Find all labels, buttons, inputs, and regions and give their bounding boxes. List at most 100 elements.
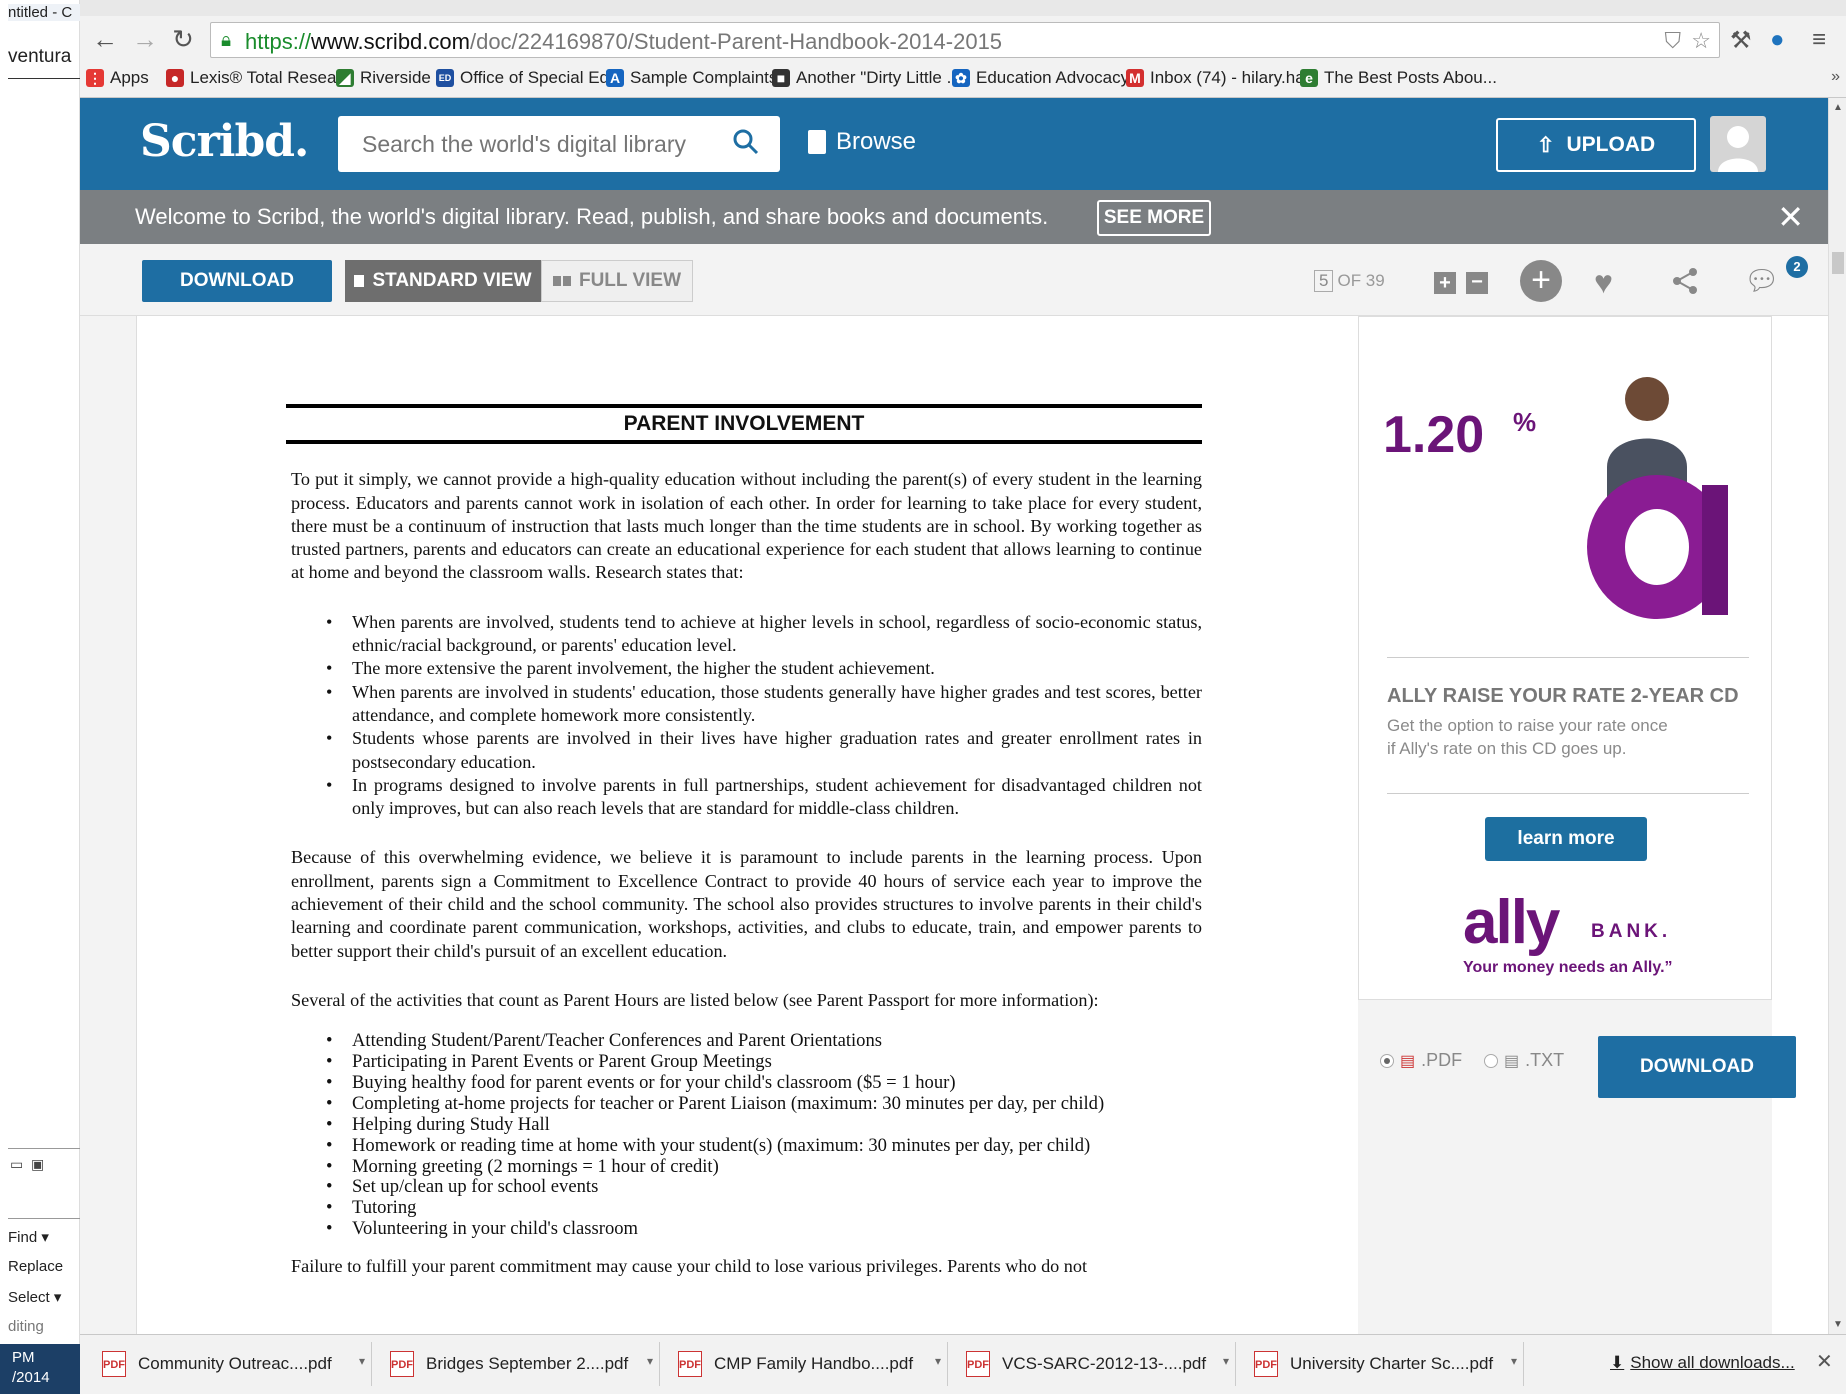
search-box[interactable] xyxy=(338,116,780,172)
find-button[interactable]: Find ▾ xyxy=(8,1228,49,1246)
list-item: Morning greeting (2 mornings = 1 hour of… xyxy=(326,1156,1202,1177)
download-item[interactable]: PDF Bridges September 2....pdf ▾ xyxy=(376,1342,660,1386)
standard-view-label: STANDARD VIEW xyxy=(372,270,532,291)
select-button[interactable]: Select ▾ xyxy=(8,1288,61,1306)
txt-label: .TXT xyxy=(1525,1050,1565,1070)
wrench-icon[interactable]: ⚒ xyxy=(1730,26,1752,55)
download-button[interactable]: DOWNLOAD xyxy=(142,260,332,302)
list-item: The more extensive the parent involvemen… xyxy=(326,657,1202,681)
globe-extension-icon[interactable]: ● xyxy=(1770,26,1785,54)
txt-radio[interactable] xyxy=(1484,1053,1498,1068)
page-indicator[interactable]: 5 OF 39 xyxy=(1314,270,1385,292)
sidebar-download-button[interactable]: DOWNLOAD xyxy=(1598,1036,1796,1098)
scrollbar[interactable]: ▲ ▼ xyxy=(1828,98,1846,1334)
ally-person-logo-image xyxy=(1587,377,1728,619)
download-item[interactable]: PDF CMP Family Handbo....pdf ▾ xyxy=(664,1342,948,1386)
ad-tagline: Your money needs an Ally.” xyxy=(1463,959,1673,976)
bookmark-item[interactable]: ● Lexis® Total Resear... xyxy=(166,68,355,88)
bookmark-label: Office of Special Ed... xyxy=(460,68,624,87)
download-filename: CMP Family Handbo....pdf xyxy=(714,1354,914,1373)
bookmark-label: Education Advocacy... xyxy=(976,68,1143,87)
ad-rate-percent: % xyxy=(1513,407,1537,437)
add-icon[interactable]: + xyxy=(1520,260,1562,302)
browse-button[interactable]: Browse xyxy=(808,128,916,156)
download-options-icon[interactable]: ▾ xyxy=(359,1354,365,1368)
advocacy-icon: ✿ xyxy=(952,69,970,87)
bookmark-item[interactable]: ED Office of Special Ed... xyxy=(436,68,623,88)
bookmark-label: Riverside xyxy=(360,68,431,87)
download-options-icon[interactable]: ▾ xyxy=(1511,1354,1517,1368)
zoom-in-icon[interactable]: + xyxy=(1434,272,1456,294)
ed-icon: ED xyxy=(436,69,454,87)
txt-file-icon: ▤ xyxy=(1504,1052,1520,1070)
avatar[interactable] xyxy=(1710,116,1766,172)
ally-bank-label: BANK. xyxy=(1591,921,1672,942)
standard-view-button[interactable]: STANDARD VIEW xyxy=(345,260,541,302)
zoom-out-icon[interactable]: − xyxy=(1466,272,1488,294)
txt-option[interactable]: ▤ .TXT xyxy=(1484,1050,1564,1071)
url-text[interactable]: https://www.scribd.com/doc/224169870/Stu… xyxy=(245,29,1002,55)
see-more-button[interactable]: SEE MORE xyxy=(1097,200,1211,236)
scroll-down-arrow[interactable]: ▼ xyxy=(1833,1319,1843,1330)
pdf-file-icon: PDF xyxy=(390,1351,414,1377)
pdf-radio[interactable] xyxy=(1380,1053,1394,1068)
address-bar[interactable]: 🔒︎ https://www.scribd.com/doc/224169870/… xyxy=(210,22,1720,58)
bookmark-star-icon[interactable]: ☆ xyxy=(1691,28,1711,54)
list-item: Completing at-home projects for teacher … xyxy=(326,1094,1202,1114)
upload-icon: ⇧ xyxy=(1536,133,1555,157)
reload-button[interactable]: ↻ xyxy=(168,24,198,55)
page-number-input[interactable]: 5 xyxy=(1314,270,1334,292)
ad-divider xyxy=(1387,793,1749,794)
learn-more-button[interactable]: learn more xyxy=(1485,817,1647,861)
download-item[interactable]: PDF University Charter Sc....pdf ▾ xyxy=(1240,1342,1524,1386)
bookmark-item[interactable]: ✿ Education Advocacy... xyxy=(952,68,1142,88)
ally-advertisement[interactable]: 1.20 % ALLY RAISE YOUR RATE 2-YEAR CD Ge… xyxy=(1358,316,1772,1000)
download-options-icon[interactable]: ▾ xyxy=(647,1354,653,1368)
close-icon[interactable]: ✕ xyxy=(1777,198,1804,236)
bg-window-title[interactable]: ntitled - C xyxy=(8,4,80,21)
share-icon[interactable] xyxy=(1670,266,1700,296)
search-icon[interactable] xyxy=(732,128,760,156)
upload-button[interactable]: ⇧ UPLOAD xyxy=(1496,118,1696,172)
more-bookmarks-icon[interactable]: » xyxy=(1831,68,1840,86)
riverside-icon: ◢ xyxy=(336,69,354,87)
forward-button[interactable]: → xyxy=(130,24,160,55)
bookmark-item[interactable]: ■ Another "Dirty Little ... xyxy=(772,68,961,88)
back-button[interactable]: ← xyxy=(90,24,120,55)
close-downloads-icon[interactable]: ✕ xyxy=(1816,1349,1833,1374)
heart-icon[interactable]: ♥ xyxy=(1594,264,1613,301)
editing-group-label: diting xyxy=(8,1318,44,1335)
full-view-button[interactable]: FULL VIEW xyxy=(541,260,693,302)
download-arrow-icon: ⬇ xyxy=(1610,1353,1625,1372)
tab-strip[interactable] xyxy=(80,0,1846,16)
download-options-icon[interactable]: ▾ xyxy=(935,1354,941,1368)
search-input[interactable] xyxy=(338,116,718,172)
list-item: Helping during Study Hall xyxy=(326,1115,1202,1135)
bookmark-item[interactable]: ◢ Riverside xyxy=(336,68,431,88)
bookmark-item[interactable]: M Inbox (74) - hilary.ha... xyxy=(1126,68,1319,88)
download-filename: Community Outreac....pdf xyxy=(138,1354,332,1373)
shield-icon[interactable]: ⛉ xyxy=(1664,28,1681,54)
browser-chrome: ← → ↻ 🔒︎ https://www.scribd.com/doc/2241… xyxy=(80,0,1846,98)
pdf-file-icon: PDF xyxy=(102,1351,126,1377)
download-item[interactable]: PDF VCS-SARC-2012-13-....pdf ▾ xyxy=(952,1342,1236,1386)
download-options-icon[interactable]: ▾ xyxy=(1223,1354,1229,1368)
gmail-icon: M xyxy=(1126,69,1144,87)
pdf-option[interactable]: ▤ .PDF xyxy=(1380,1050,1462,1071)
bookmark-item[interactable]: A Sample Complaints xyxy=(606,68,777,88)
clock-date: /2014 xyxy=(12,1369,50,1386)
menu-icon[interactable]: ≡ xyxy=(1812,26,1826,54)
bookmark-item[interactable]: e The Best Posts Abou... xyxy=(1300,68,1497,88)
bg-view-icon[interactable]: ▭ ▣ xyxy=(10,1156,44,1173)
download-item[interactable]: PDF Community Outreac....pdf ▾ xyxy=(88,1342,372,1386)
scroll-up-arrow[interactable]: ▲ xyxy=(1833,102,1843,113)
bookmark-item[interactable]: ⋮ Apps xyxy=(86,68,149,88)
document-viewer[interactable]: PARENT INVOLVEMENT To put it simply, we … xyxy=(80,316,1358,1334)
scribd-logo[interactable]: Scribd. xyxy=(140,116,309,167)
pdf-file-icon: PDF xyxy=(1254,1351,1278,1377)
list-item: When parents are involved in students' e… xyxy=(326,681,1202,728)
comment-icon[interactable]: 💬︎ xyxy=(1744,264,1780,297)
show-all-downloads-link[interactable]: ⬇ Show all downloads... xyxy=(1610,1353,1795,1373)
replace-button[interactable]: Replace xyxy=(8,1258,63,1275)
scrollbar-thumb[interactable] xyxy=(1832,252,1844,274)
